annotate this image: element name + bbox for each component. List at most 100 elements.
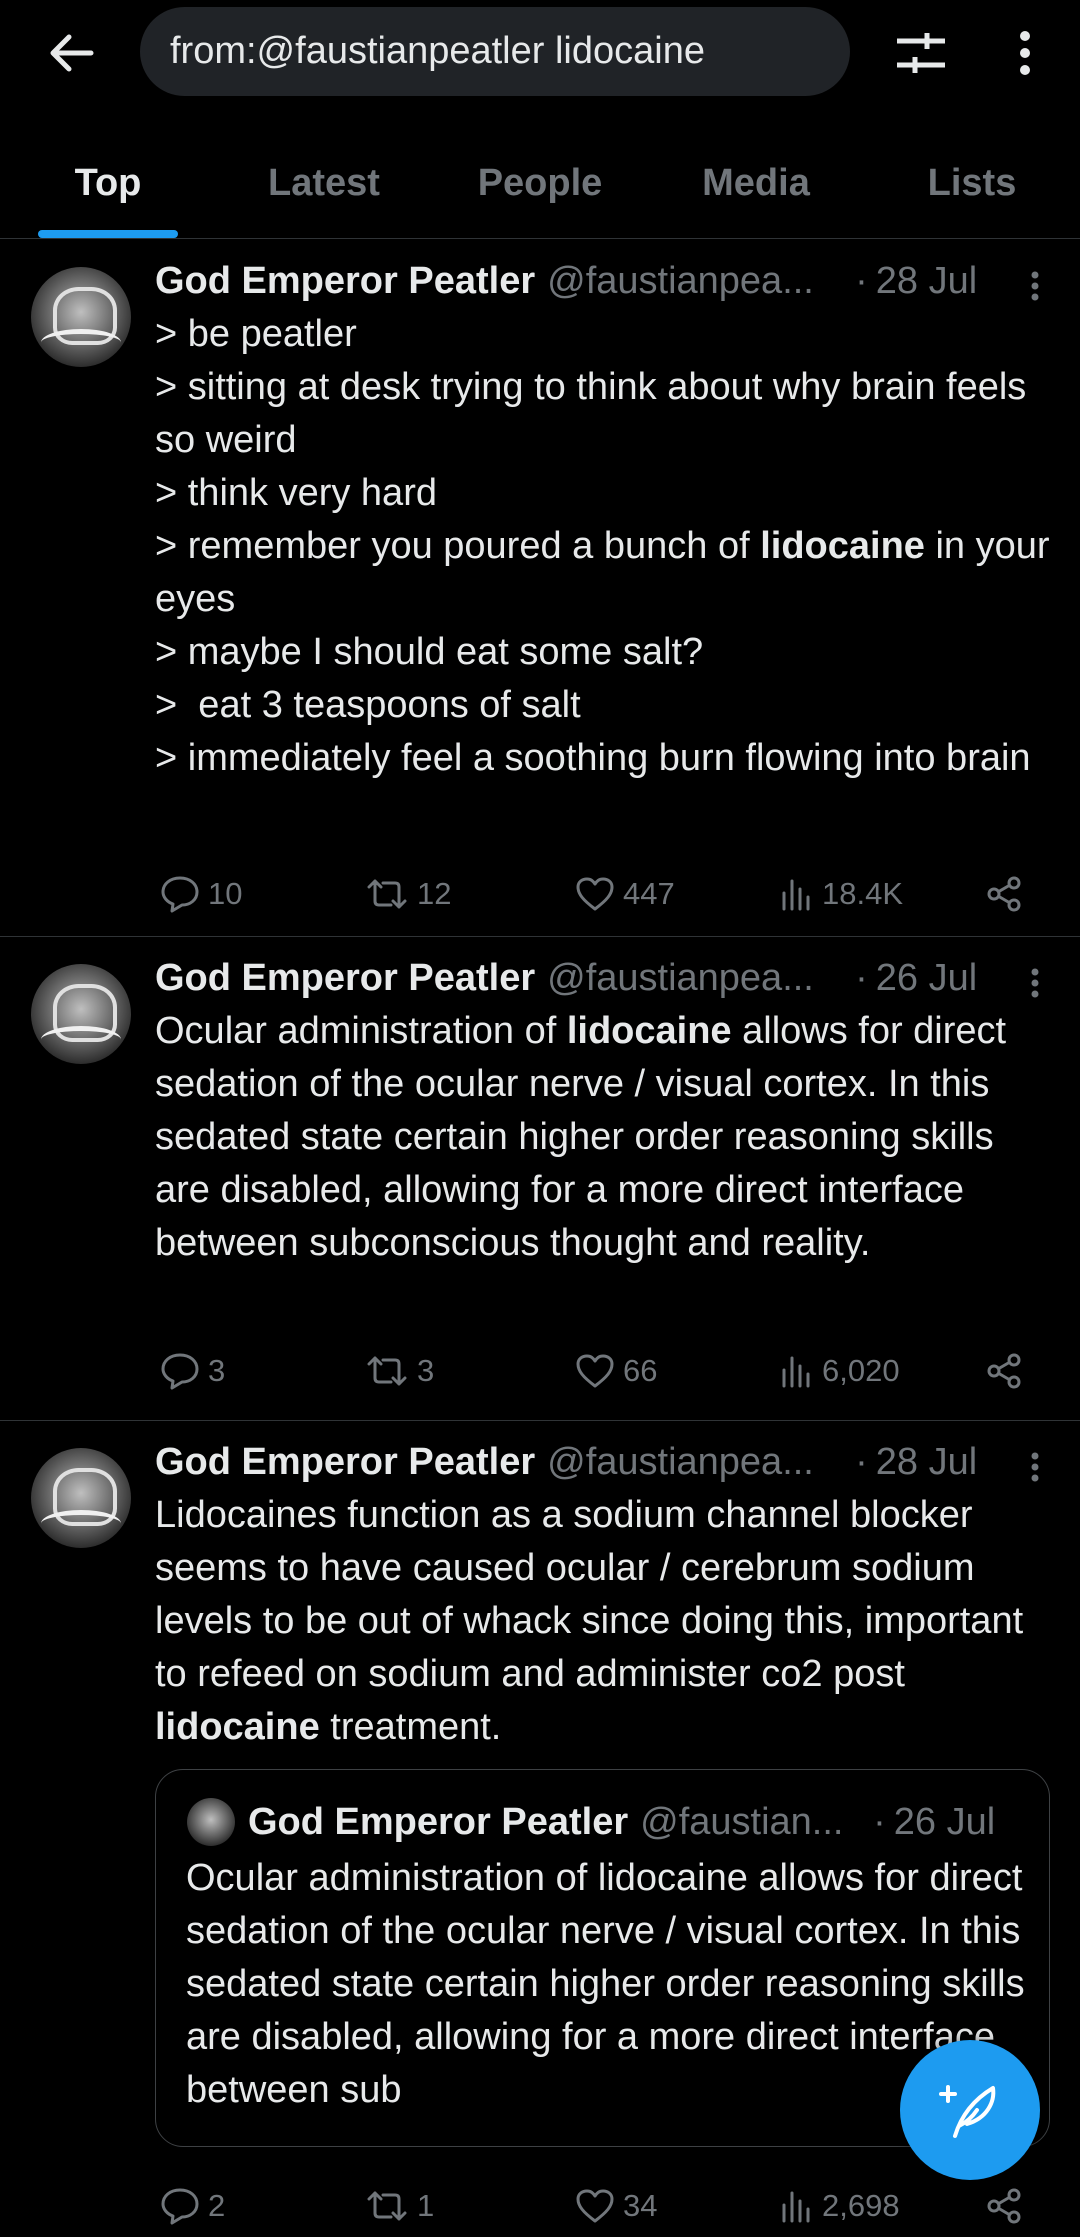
avatar[interactable] bbox=[31, 964, 131, 1064]
quote-date: 26 Jul bbox=[893, 1800, 996, 1843]
tab-top[interactable]: Top bbox=[0, 140, 216, 238]
views-button[interactable]: 6,020 bbox=[780, 1343, 900, 1399]
compose-icon bbox=[939, 2085, 996, 2138]
author-name[interactable]: God Emperor Peatler bbox=[155, 1441, 535, 1484]
back-button[interactable] bbox=[40, 22, 102, 84]
tweet-actions: 10 12 447 18.4K bbox=[155, 866, 1035, 922]
share-button[interactable] bbox=[985, 2178, 1031, 2234]
tab-label: People bbox=[477, 162, 603, 204]
author-handle[interactable]: @faustianpea... bbox=[547, 957, 847, 1000]
avatar[interactable] bbox=[31, 267, 131, 367]
tab-label: Media bbox=[702, 162, 810, 204]
tab-media[interactable]: Media bbox=[648, 140, 864, 238]
more-vertical-icon bbox=[1031, 968, 1039, 998]
tweet-text: > be peatler > sitting at desk trying to… bbox=[155, 313, 1050, 779]
tab-label: Lists bbox=[927, 162, 1017, 204]
tweet-actions: 3 3 66 6,020 bbox=[155, 1343, 1035, 1399]
tab-lists[interactable]: Lists bbox=[864, 140, 1080, 238]
tweet-text: Lidocaines function as a sodium channel … bbox=[155, 1494, 1034, 1748]
tab-latest[interactable]: Latest bbox=[216, 140, 432, 238]
compose-button[interactable] bbox=[900, 2040, 1040, 2180]
search-query: from:@faustianpeatler lidocaine bbox=[170, 30, 705, 72]
views-count: 6,020 bbox=[822, 1353, 900, 1388]
tweet-date[interactable]: 28 Jul bbox=[876, 1441, 977, 1484]
repost-count: 12 bbox=[417, 876, 452, 911]
more-vertical-icon bbox=[1020, 31, 1030, 75]
like-count: 66 bbox=[623, 1353, 658, 1388]
tweet-actions: 2 1 34 2,698 bbox=[155, 2178, 1035, 2234]
like-button[interactable]: 66 bbox=[575, 1343, 657, 1399]
views-count: 2,698 bbox=[822, 2188, 900, 2223]
quote-text: Ocular administration of lidocaine allow… bbox=[186, 1857, 1025, 2111]
avatar[interactable] bbox=[31, 1448, 131, 1548]
search-input[interactable]: from:@faustianpeatler lidocaine bbox=[140, 7, 850, 96]
reply-count: 2 bbox=[208, 2188, 226, 2223]
like-button[interactable]: 447 bbox=[575, 866, 675, 922]
reply-count: 3 bbox=[208, 1353, 226, 1388]
arrow-left-icon bbox=[50, 34, 94, 72]
sliders-icon bbox=[897, 33, 945, 73]
views-button[interactable]: 2,698 bbox=[780, 2178, 900, 2234]
like-count: 447 bbox=[623, 876, 675, 911]
repost-count: 3 bbox=[417, 1353, 435, 1388]
separator-dot: · bbox=[855, 259, 868, 302]
more-options-button[interactable] bbox=[995, 22, 1055, 84]
reply-button[interactable]: 2 bbox=[160, 2178, 225, 2234]
reply-icon bbox=[161, 876, 199, 913]
tweet-date[interactable]: 26 Jul bbox=[876, 957, 977, 1000]
tab-label: Latest bbox=[268, 162, 380, 204]
share-button[interactable] bbox=[985, 1343, 1031, 1399]
views-icon bbox=[782, 2191, 810, 2223]
views-button[interactable]: 18.4K bbox=[780, 866, 903, 922]
heart-icon bbox=[576, 2189, 614, 2223]
views-count: 18.4K bbox=[822, 876, 904, 911]
heart-icon bbox=[576, 877, 614, 911]
tab-people[interactable]: People bbox=[432, 140, 648, 238]
like-count: 34 bbox=[623, 2188, 658, 2223]
repost-button[interactable]: 12 bbox=[365, 866, 451, 922]
tweet-menu-button[interactable] bbox=[1015, 1447, 1055, 1487]
heart-icon bbox=[576, 1354, 614, 1388]
search-tabs: Top Latest People Media Lists bbox=[0, 140, 1080, 239]
tweet-text: Ocular administration of lidocaine allow… bbox=[155, 1010, 1017, 1264]
search-highlight: lidocaine bbox=[566, 1010, 732, 1052]
reply-icon bbox=[161, 1353, 199, 1390]
repost-button[interactable]: 1 bbox=[365, 2178, 434, 2234]
author-handle[interactable]: @faustianpea... bbox=[547, 1441, 847, 1484]
reply-count: 10 bbox=[208, 876, 243, 911]
tweet[interactable]: God Emperor Peatler @faustianpea... · 28… bbox=[0, 240, 1080, 937]
share-icon bbox=[987, 1353, 1021, 1389]
repost-icon bbox=[367, 1356, 407, 1386]
author-name[interactable]: God Emperor Peatler bbox=[155, 260, 535, 303]
share-icon bbox=[987, 2188, 1021, 2224]
tweet-menu-button[interactable] bbox=[1015, 266, 1055, 306]
quote-author-handle: @faustian... bbox=[640, 1800, 844, 1843]
views-icon bbox=[782, 1356, 810, 1388]
tweet-menu-button[interactable] bbox=[1015, 963, 1055, 1003]
author-name[interactable]: God Emperor Peatler bbox=[155, 957, 535, 1000]
tweet[interactable]: God Emperor Peatler @faustianpea... · 26… bbox=[0, 937, 1080, 1421]
like-button[interactable]: 34 bbox=[575, 2178, 657, 2234]
author-handle[interactable]: @faustianpea... bbox=[547, 260, 847, 303]
reply-icon bbox=[161, 2188, 199, 2225]
views-icon bbox=[782, 879, 810, 911]
tab-label: Top bbox=[74, 162, 142, 204]
filter-button[interactable] bbox=[890, 22, 952, 84]
share-button[interactable] bbox=[985, 866, 1031, 922]
repost-button[interactable]: 3 bbox=[365, 1343, 434, 1399]
top-bar: from:@faustianpeatler lidocaine bbox=[0, 0, 1080, 105]
search-highlight: lidocaine bbox=[155, 1706, 320, 1748]
separator-dot: · bbox=[873, 1800, 886, 1843]
more-vertical-icon bbox=[1031, 1452, 1039, 1482]
separator-dot: · bbox=[855, 1440, 868, 1483]
more-vertical-icon bbox=[1031, 271, 1039, 301]
reply-button[interactable]: 3 bbox=[160, 1343, 225, 1399]
repost-icon bbox=[367, 879, 407, 909]
quote-author-name: God Emperor Peatler bbox=[248, 1800, 629, 1843]
repost-icon bbox=[367, 2191, 407, 2221]
tweet-date[interactable]: 28 Jul bbox=[876, 260, 977, 303]
repost-count: 1 bbox=[417, 2188, 435, 2223]
avatar bbox=[187, 1798, 235, 1846]
reply-button[interactable]: 10 bbox=[160, 866, 242, 922]
share-icon bbox=[987, 876, 1021, 912]
